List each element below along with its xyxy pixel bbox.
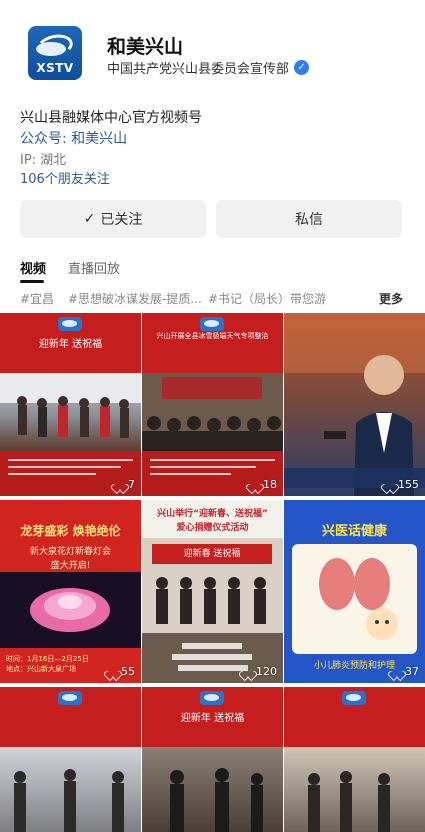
followed-button-label: 已关注 bbox=[100, 212, 143, 228]
video-thumbnail-image bbox=[142, 373, 283, 451]
video-subtitle: 爱心捐赠仪式活动 bbox=[176, 523, 249, 533]
heart-icon bbox=[108, 667, 118, 676]
ip-location: IP: 湖北 bbox=[20, 153, 67, 168]
profile-header: XSTV 和美兴山 中国共产党兴山县委员会宣传部 ✓ bbox=[0, 0, 425, 100]
verified-badge-icon: ✓ bbox=[294, 60, 310, 75]
video-item[interactable] bbox=[0, 687, 141, 832]
like-count: 155 bbox=[385, 478, 419, 491]
station-logo-icon bbox=[200, 691, 224, 705]
peony-lantern-icon bbox=[30, 588, 110, 632]
video-thumbnail-image: 迎新春 送祝福 bbox=[142, 538, 283, 683]
people-scene bbox=[0, 373, 141, 438]
video-item[interactable]: 迎新年 送祝福 7 bbox=[0, 313, 141, 496]
tag-item[interactable]: #宜昌 bbox=[20, 290, 54, 307]
video-subtitle-2: 盛大开启! bbox=[50, 561, 91, 571]
video-thumbnail-image bbox=[0, 373, 141, 451]
video-item[interactable]: 迎新年 送祝福 bbox=[142, 687, 283, 832]
video-title: 兴山举行“迎新春、送祝福” bbox=[157, 509, 268, 519]
video-title: 兴医话健康 bbox=[321, 524, 387, 539]
like-count-value: 120 bbox=[256, 665, 277, 678]
tab-live-replay[interactable]: 直播回放 bbox=[68, 258, 120, 277]
followed-button[interactable]: ✓ 已关注 bbox=[20, 200, 206, 238]
outdoor-scene bbox=[14, 769, 124, 832]
interview-scene bbox=[284, 313, 425, 496]
message-button-label: 私信 bbox=[295, 212, 323, 228]
official-account-link[interactable]: 公众号: 和美兴山 bbox=[20, 128, 127, 148]
station-logo-icon bbox=[200, 317, 224, 331]
like-count-value: 18 bbox=[263, 478, 277, 491]
video-item[interactable]: 155 bbox=[284, 313, 425, 496]
video-subtitle: 新大泉花灯新春灯会 bbox=[29, 547, 111, 557]
like-count: 120 bbox=[243, 665, 277, 678]
heart-icon bbox=[392, 667, 402, 676]
account-avatar[interactable]: XSTV bbox=[28, 26, 82, 80]
tag-item[interactable]: #思想破冰谋发展-提质... bbox=[68, 290, 202, 307]
video-grid: 迎新年 送祝福 7 兴山开展全县冰雪极端天气专项整治 18 155 龙芽盛彩 焕… bbox=[0, 313, 425, 832]
message-button[interactable]: 私信 bbox=[216, 200, 402, 238]
like-count: 18 bbox=[250, 478, 277, 491]
content-tabs: 视频 直播回放 bbox=[0, 258, 425, 284]
video-title: 龙芽盛彩 焕艳绝伦 bbox=[20, 524, 121, 538]
station-logo-icon bbox=[58, 691, 82, 705]
cartoon-illustration bbox=[292, 544, 417, 654]
station-logo-icon bbox=[342, 691, 366, 705]
video-title: 迎新年 送祝福 bbox=[38, 339, 103, 350]
like-count-value: 37 bbox=[405, 665, 419, 678]
video-item[interactable]: 龙芽盛彩 焕艳绝伦 新大泉花灯新春灯会 盛大开启! 时间：1月16日—2月25日… bbox=[0, 500, 141, 683]
like-count-value: 7 bbox=[128, 478, 135, 491]
video-banner: 迎新年 送祝福 bbox=[0, 313, 141, 373]
tab-active-indicator bbox=[20, 280, 44, 283]
video-title: 兴山开展全县冰雪极端天气专项整治 bbox=[156, 332, 269, 340]
video-item[interactable]: 兴山开展全县冰雪极端天气专项整治 18 bbox=[142, 313, 283, 496]
station-logo-icon bbox=[58, 317, 82, 331]
heart-icon bbox=[243, 667, 253, 676]
like-count-value: 155 bbox=[398, 478, 419, 491]
video-banner: 兴山开展全县冰雪极端天气专项整治 bbox=[142, 313, 283, 373]
video-banner bbox=[284, 687, 425, 747]
heart-icon bbox=[385, 480, 395, 489]
topic-tags: #宜昌 #思想破冰谋发展-提质... #书记（局长）带您游 更多 bbox=[0, 290, 425, 308]
video-thumbnail-image bbox=[142, 747, 283, 832]
lungs-icon bbox=[319, 558, 398, 640]
video-item[interactable]: 兴医话健康 小儿肺炎预防和护理 37 bbox=[284, 500, 425, 683]
video-banner bbox=[0, 687, 141, 747]
account-org-row: 中国共产党兴山县委员会宣传部 ✓ bbox=[107, 58, 310, 77]
video-title: 迎新年 送祝福 bbox=[180, 713, 245, 724]
event-banner: 迎新春 送祝福 bbox=[152, 544, 272, 564]
video-item[interactable] bbox=[284, 687, 425, 832]
heart-icon bbox=[115, 480, 125, 489]
event-time-location: 时间：1月16日—2月25日 地点：兴山新大泉广场 bbox=[6, 655, 89, 673]
friends-following-link[interactable]: 106个朋友关注 bbox=[20, 168, 110, 187]
account-org: 中国共产党兴山县委员会宣传部 bbox=[107, 62, 290, 77]
logo-text: XSTV bbox=[36, 61, 74, 75]
video-item[interactable]: 兴山举行“迎新春、送祝福” 爱心捐赠仪式活动 迎新春 送祝福 120 bbox=[142, 500, 283, 683]
heart-icon bbox=[250, 480, 260, 489]
video-thumbnail-image bbox=[284, 747, 425, 832]
like-count: 37 bbox=[392, 665, 419, 678]
logo-wave-icon bbox=[36, 42, 66, 56]
more-tags-link[interactable]: 更多 bbox=[379, 290, 403, 307]
like-count-value: 55 bbox=[121, 665, 135, 678]
tab-videos[interactable]: 视频 bbox=[20, 258, 46, 277]
meeting-scene bbox=[142, 377, 283, 451]
video-thumbnail-image bbox=[0, 747, 141, 832]
lantern-image bbox=[0, 572, 141, 648]
checkmark-icon: ✓ bbox=[83, 211, 96, 227]
like-count: 7 bbox=[115, 478, 135, 491]
account-name: 和美兴山 bbox=[107, 36, 184, 58]
profile-bio: 兴山县融媒体中心官方视频号 bbox=[20, 110, 202, 126]
street-scene bbox=[308, 771, 390, 832]
tag-item[interactable]: #书记（局长）带您游 bbox=[208, 290, 326, 307]
video-banner: 迎新年 送祝福 bbox=[142, 687, 283, 747]
like-count: 55 bbox=[108, 665, 135, 678]
visit-scene bbox=[170, 768, 263, 832]
